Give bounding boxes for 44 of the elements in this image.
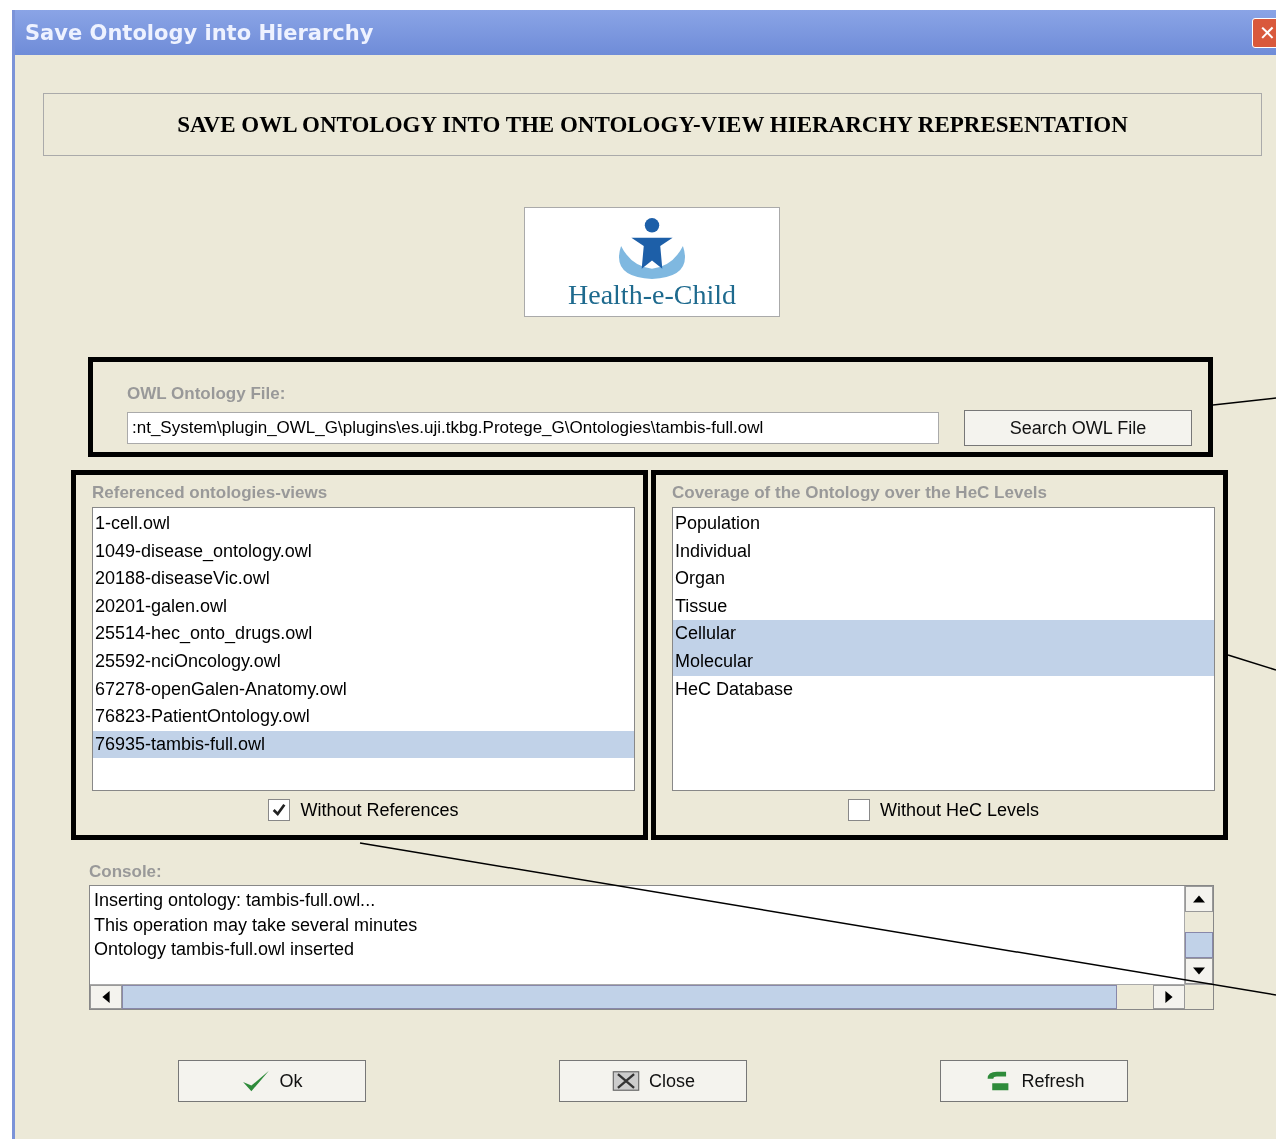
horizontal-scrollbar[interactable] xyxy=(90,984,1213,1009)
list-item[interactable]: Tissue xyxy=(673,592,1214,621)
close-icon xyxy=(611,1069,641,1093)
list-item[interactable]: 1-cell.owl xyxy=(93,510,634,538)
close-button[interactable]: ✕ xyxy=(1252,17,1276,48)
header-title: SAVE OWL ONTOLOGY INTO THE ONTOLOGY-VIEW HIERARCHY REPRESENTATION xyxy=(177,111,1128,138)
console-line: This operation may take several minutes xyxy=(93,913,419,937)
list-item[interactable]: 20201-galen.owl xyxy=(93,592,634,621)
checkbox[interactable] xyxy=(268,799,291,821)
group-label: Referenced ontologies-views xyxy=(92,483,329,503)
console-line: Inserting ontology: tambis-full.owl... xyxy=(93,889,377,912)
console-line: Ontology tambis-full.owl inserted xyxy=(93,938,356,961)
list-item[interactable]: 1049-disease_ontology.owl xyxy=(93,537,634,566)
left-arrow-icon[interactable] xyxy=(102,991,110,1003)
list-item[interactable]: 25592-nciOncology.owl xyxy=(93,647,634,676)
list-item[interactable]: HeC Database xyxy=(673,675,1214,704)
right-arrow-icon[interactable] xyxy=(1165,991,1173,1003)
list-item[interactable]: Organ xyxy=(673,565,1214,593)
checkbox[interactable] xyxy=(847,799,870,821)
checkbox-label: Without HeC Levels xyxy=(879,799,1040,821)
search-owl-file-button[interactable]: Search OWL File xyxy=(964,410,1192,446)
ok-button[interactable]: Ok xyxy=(178,1060,366,1102)
console-label: Console: xyxy=(89,862,163,882)
file-path-field[interactable]: :nt_System\plugin_OWL_G\plugins\es.uji.tkbg.Protege_G\Ontologies\tambis-full.owl xyxy=(127,412,939,444)
checkmark-icon xyxy=(271,802,288,818)
window-title: Save Ontology into Hierarchy xyxy=(24,20,374,45)
list-item[interactable]: 76823-PatientOntology.owl xyxy=(93,703,634,731)
refresh-button[interactable]: Refresh xyxy=(940,1060,1128,1102)
list-item[interactable]: 76935-tambis-full.owl xyxy=(93,730,634,759)
vertical-scrollbar[interactable] xyxy=(1184,886,1213,984)
list-item[interactable]: 20188-diseaseVic.owl xyxy=(93,565,634,593)
group-label: Coverage of the Ontology over the HeC Levels xyxy=(672,483,1049,503)
list-item[interactable]: Cellular xyxy=(673,620,1214,648)
logo-text: Health-e-Child xyxy=(568,281,736,309)
list-item[interactable]: Molecular xyxy=(673,647,1214,676)
up-arrow-icon[interactable] xyxy=(1193,895,1205,903)
list-item[interactable]: 25514-hec_onto_drugs.owl xyxy=(93,620,634,648)
field-label: OWL Ontology File: xyxy=(127,384,287,404)
close-button[interactable]: Close xyxy=(559,1060,747,1102)
list-item[interactable]: Population xyxy=(673,510,1214,538)
list-item[interactable]: 67278-openGalen-Anatomy.owl xyxy=(93,675,634,704)
checkbox-label: Without References xyxy=(300,799,459,821)
down-arrow-icon[interactable] xyxy=(1193,967,1205,975)
list-item[interactable]: Individual xyxy=(673,537,1214,566)
